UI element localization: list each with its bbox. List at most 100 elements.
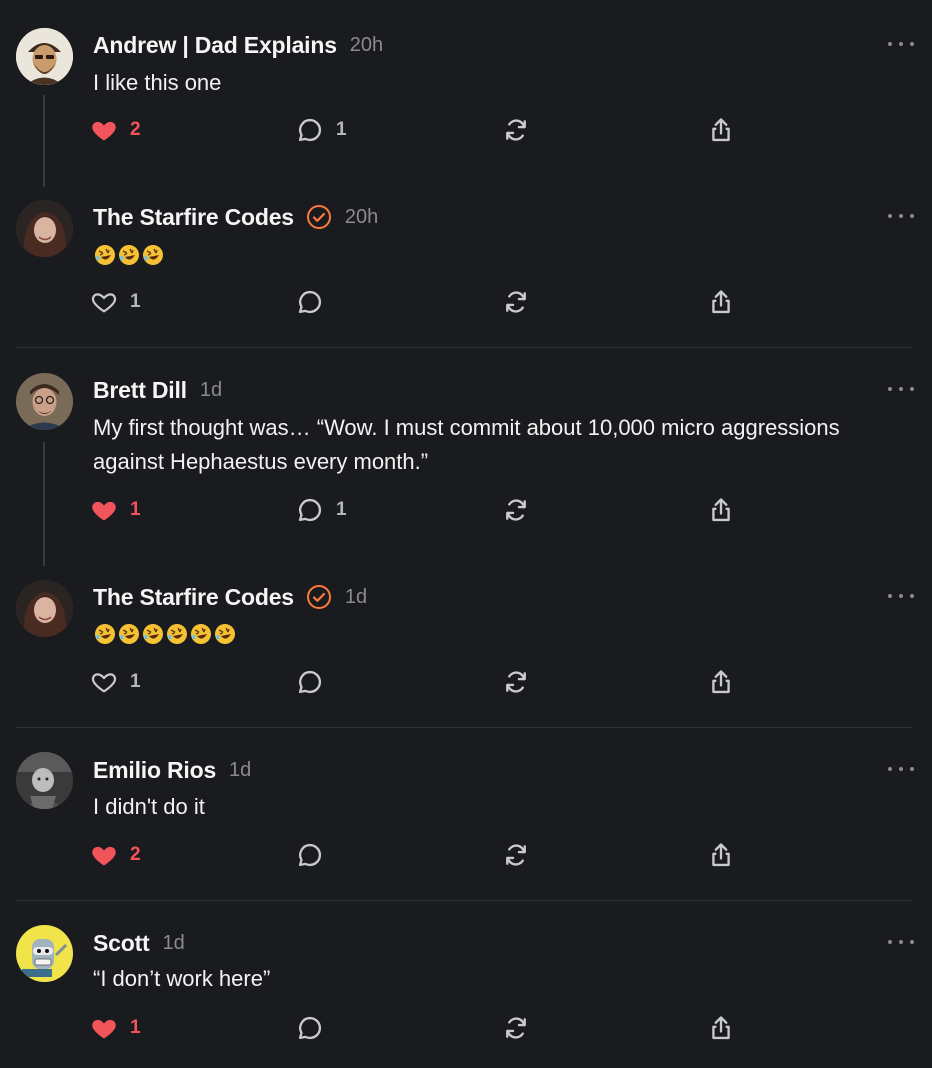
divider (16, 900, 913, 901)
author-name[interactable]: The Starfire Codes (93, 584, 294, 611)
like-button[interactable]: 2 (90, 840, 141, 870)
post-header: The Starfire Codes 20h (93, 202, 378, 232)
like-count: 1 (130, 499, 141, 520)
comment-button[interactable] (296, 1013, 324, 1043)
author-name[interactable]: Scott (93, 930, 150, 957)
comment-button[interactable] (296, 287, 324, 317)
share-button[interactable] (707, 495, 735, 525)
more-options-icon[interactable] (888, 39, 914, 49)
rofl-emoji-icon (143, 245, 163, 265)
emoji-content (93, 243, 165, 267)
action-bar: 1 (90, 1013, 790, 1043)
verified-badge-icon (306, 585, 331, 609)
repost-button[interactable] (502, 1013, 530, 1043)
share-icon (712, 843, 730, 867)
post-header: Andrew | Dad Explains 20h (93, 30, 383, 60)
comment-button[interactable] (296, 840, 324, 870)
avatar-starfire-icon (16, 580, 73, 637)
post-time[interactable]: 1d (345, 586, 367, 609)
repost-icon (506, 844, 526, 866)
like-button[interactable]: 1 (90, 495, 141, 525)
avatar[interactable] (16, 373, 73, 430)
repost-icon (506, 499, 526, 521)
heart-filled-icon (92, 846, 116, 866)
post-time[interactable]: 1d (200, 379, 222, 402)
repost-icon (506, 1017, 526, 1039)
author-name[interactable]: The Starfire Codes (93, 204, 294, 231)
post-text: I like this one (93, 70, 222, 95)
rofl-emoji-icon (95, 245, 115, 265)
post-text: I didn't do it (93, 794, 205, 819)
repost-button[interactable] (502, 667, 530, 697)
more-options-icon[interactable] (888, 764, 914, 774)
verified-badge-icon (306, 205, 331, 229)
repost-button[interactable] (502, 840, 530, 870)
share-button[interactable] (707, 115, 735, 145)
rofl-emoji-icon (95, 624, 115, 644)
thread-line (43, 442, 45, 566)
repost-icon (506, 671, 526, 693)
rofl-emoji-icon (119, 624, 139, 644)
like-count: 2 (130, 119, 141, 140)
post-time[interactable]: 1d (229, 759, 251, 782)
more-options-icon[interactable] (888, 937, 914, 947)
post-time[interactable]: 1d (163, 932, 185, 955)
thread-line (43, 95, 45, 187)
comment-button[interactable]: 1 (296, 495, 347, 525)
like-count: 1 (130, 291, 141, 312)
share-icon (712, 290, 730, 314)
like-button[interactable]: 2 (90, 115, 141, 145)
action-bar: 2 1 (90, 115, 790, 145)
heart-outline-icon (91, 673, 117, 693)
avatar-brett-icon (16, 373, 73, 430)
like-button[interactable]: 1 (90, 667, 141, 697)
author-name[interactable]: Emilio Rios (93, 757, 216, 784)
author-name[interactable]: Andrew | Dad Explains (93, 32, 337, 59)
comment-icon (298, 498, 322, 522)
more-options-icon[interactable] (888, 591, 914, 601)
like-count: 1 (130, 1017, 141, 1038)
share-button[interactable] (707, 287, 735, 317)
avatar[interactable] (16, 580, 73, 637)
like-button[interactable]: 1 (90, 1013, 141, 1043)
avatar[interactable] (16, 200, 73, 257)
author-name[interactable]: Brett Dill (93, 377, 187, 404)
action-bar: 1 (90, 667, 790, 697)
heart-filled-icon (92, 121, 116, 141)
repost-icon (506, 291, 526, 313)
share-icon (712, 118, 730, 142)
heart-filled-icon (92, 1019, 116, 1039)
share-button[interactable] (707, 840, 735, 870)
repost-button[interactable] (502, 287, 530, 317)
post-header: Emilio Rios 1d (93, 755, 251, 785)
share-icon (712, 498, 730, 522)
more-options-icon[interactable] (888, 211, 914, 221)
share-button[interactable] (707, 667, 735, 697)
share-icon (712, 670, 730, 694)
comment-icon (298, 670, 322, 694)
comment-button[interactable]: 1 (296, 115, 347, 145)
avatar[interactable] (16, 28, 73, 85)
heart-outline-icon (91, 293, 117, 313)
post-time[interactable]: 20h (345, 206, 378, 229)
share-button[interactable] (707, 1013, 735, 1043)
more-options-icon[interactable] (888, 384, 914, 394)
comment-button[interactable] (296, 667, 324, 697)
heart-filled-icon (92, 501, 116, 521)
action-bar: 1 1 (90, 495, 790, 525)
comment-count: 1 (336, 499, 347, 520)
like-count: 1 (130, 671, 141, 692)
post-time[interactable]: 20h (350, 34, 383, 57)
comment-icon (298, 843, 322, 867)
avatar-starfire-icon (16, 200, 73, 257)
repost-button[interactable] (502, 115, 530, 145)
repost-button[interactable] (502, 495, 530, 525)
post-text: My first thought was… “Wow. I must commi… (93, 415, 840, 474)
avatar[interactable] (16, 752, 73, 809)
rofl-emoji-icon (119, 245, 139, 265)
post-header: Scott 1d (93, 928, 185, 958)
divider (16, 727, 913, 728)
like-button[interactable]: 1 (90, 287, 141, 317)
comment-icon (298, 118, 322, 142)
avatar[interactable] (16, 925, 73, 982)
